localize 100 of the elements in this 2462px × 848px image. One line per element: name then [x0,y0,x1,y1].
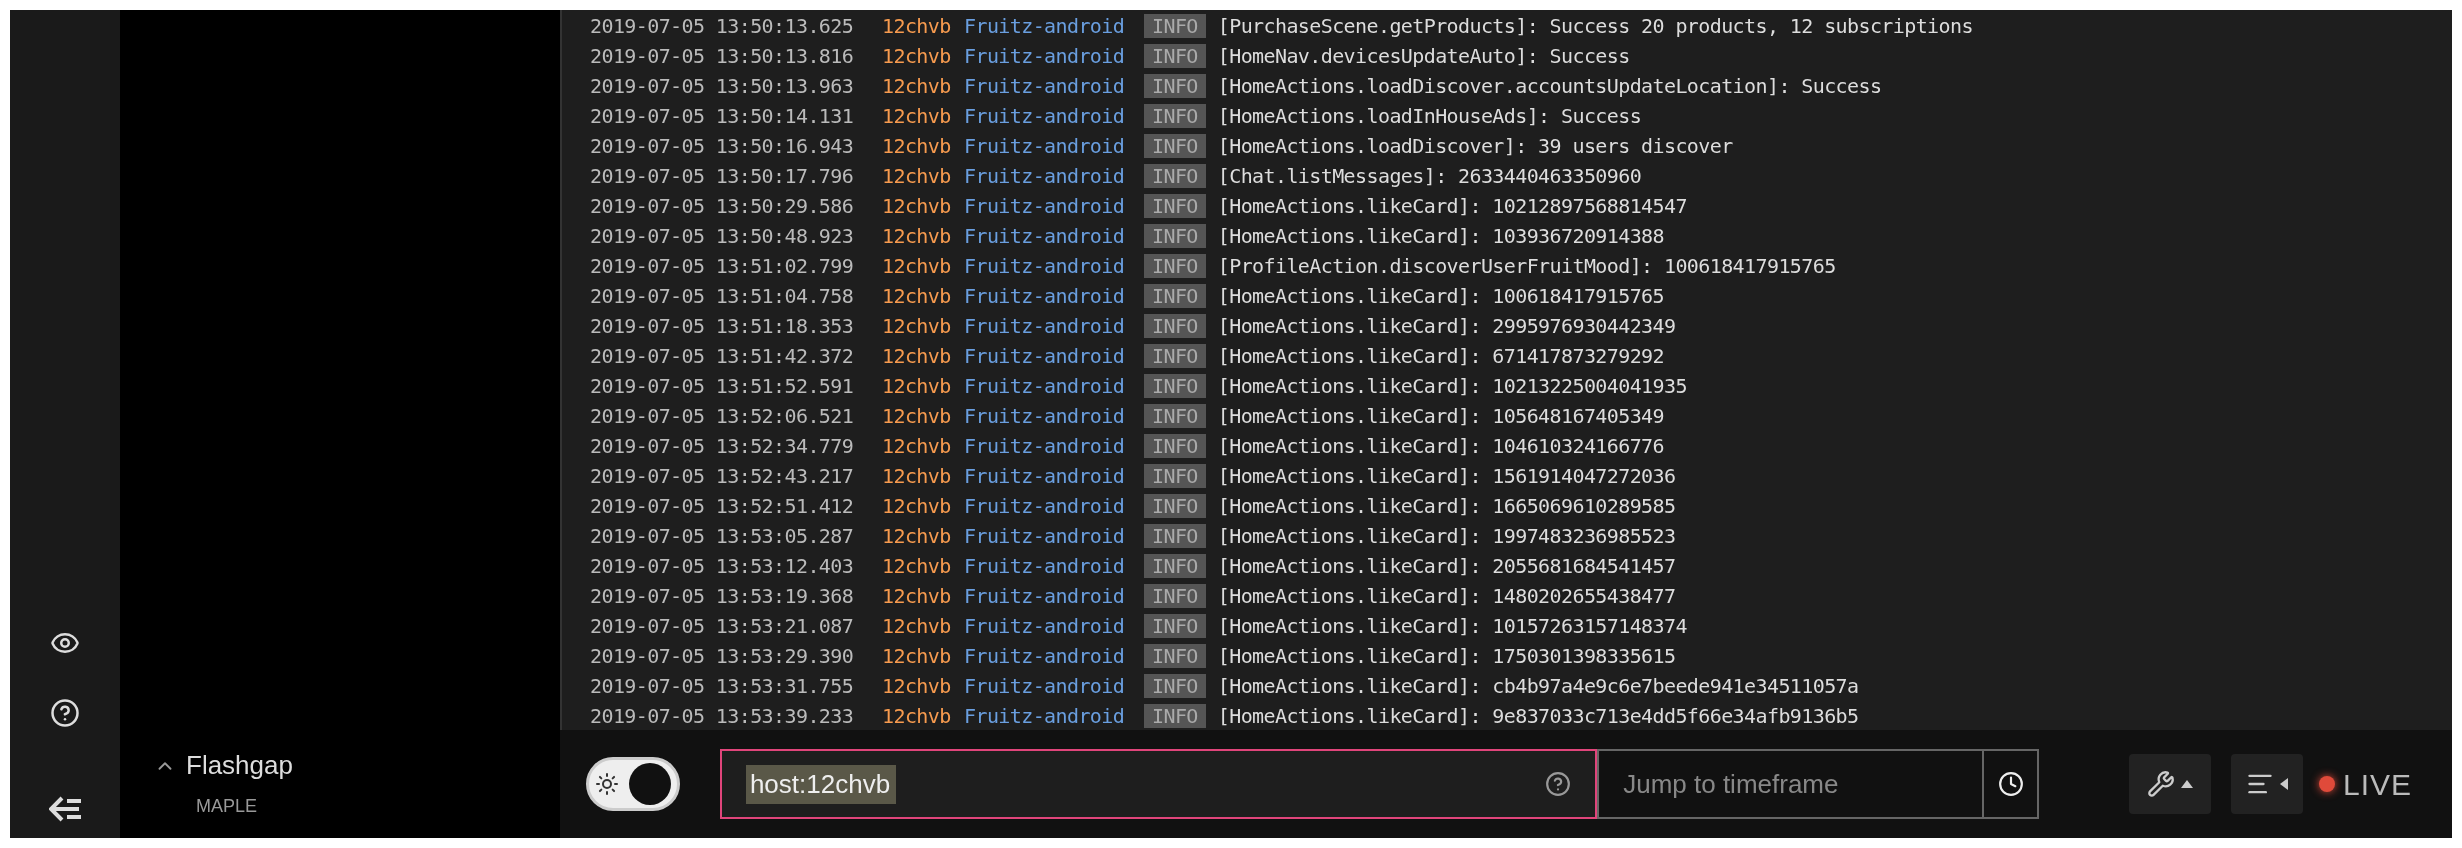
log-app: Fruitz-android [964,613,1126,640]
log-host: 12chvb [882,283,952,310]
log-app: Fruitz-android [964,313,1126,340]
log-message: [HomeActions.loadDiscover]: 39 users discover [1217,133,1733,160]
log-message: [HomeActions.likeCard]: 10212897568814547 [1217,193,1687,220]
log-message: [HomeActions.likeCard]: 9e837033c713e4dd5f66e34afb9136b5 [1217,703,1859,730]
log-host: 12chvb [882,253,952,280]
tools-button[interactable] [2129,754,2211,814]
format-button[interactable] [2230,754,2303,814]
log-host: 12chvb [882,493,952,520]
log-level: INFO [1144,464,1206,488]
log-timestamp: 2019-07-05 13:50:13.963 [590,73,855,100]
log-timestamp: 2019-07-05 13:50:17.796 [590,163,855,190]
log-message: [HomeActions.likeCard]: 1665069610289585 [1217,493,1676,520]
log-host: 12chvb [882,313,952,340]
log-timestamp: 2019-07-05 13:51:42.372 [590,343,855,370]
query-field[interactable]: host:12chvb [719,749,1598,819]
help-icon[interactable] [1545,771,1572,797]
log-message: [HomeActions.likeCard]: 2055681684541457 [1217,553,1676,580]
log-app: Fruitz-android [964,493,1126,520]
log-message: [HomeActions.likeCard]: 105648167405349 [1217,403,1664,430]
app-name[interactable]: Flashgap [186,746,293,785]
log-host: 12chvb [882,523,952,550]
log-host: 12chvb [882,133,952,160]
log-timestamp: 2019-07-05 13:51:02.799 [590,253,855,280]
log-timestamp: 2019-07-05 13:53:29.390 [590,643,855,670]
log-app: Fruitz-android [964,463,1126,490]
log-level: INFO [1144,74,1206,98]
collapse-sidebar-icon[interactable] [49,796,81,822]
log-message: [HomeActions.likeCard]: 671417873279292 [1217,343,1664,370]
log-level: INFO [1144,14,1206,38]
log-host: 12chvb [882,103,952,130]
query-input[interactable]: host:12chvb [745,764,896,804]
log-timestamp: 2019-07-05 13:51:18.353 [590,313,855,340]
log-app: Fruitz-android [964,193,1126,220]
log-timestamp: 2019-07-05 13:53:19.368 [590,583,855,610]
log-level: INFO [1144,344,1206,368]
log-timestamp: 2019-07-05 13:50:16.943 [590,133,855,160]
log-level: INFO [1144,704,1206,728]
timeframe-field[interactable]: Jump to timeframe [1597,749,2040,819]
log-timestamp: 2019-07-05 13:52:06.521 [590,403,855,430]
log-app: Fruitz-android [964,223,1126,250]
log-timestamp: 2019-07-05 13:50:13.816 [590,43,855,70]
log-level: INFO [1144,224,1206,248]
log-message: [HomeActions.likeCard]: 1480202655438477 [1217,583,1676,610]
log-app: Fruitz-android [964,523,1126,550]
log-host: 12chvb [882,703,952,730]
log-app: Fruitz-android [964,133,1126,160]
log-message: [PurchaseScene.getProducts]: Success 20 products, 12 subscriptions [1217,13,1973,40]
log-level: INFO [1144,104,1206,128]
log-level: INFO [1144,674,1206,698]
log-app: Fruitz-android [964,283,1126,310]
log-message: [HomeActions.likeCard]: 1750301398335615 [1217,643,1676,670]
log-app: Fruitz-android [964,103,1126,130]
log-level: INFO [1144,164,1206,188]
log-timestamp: 2019-07-05 13:50:48.923 [590,223,855,250]
log-message: [ProfileAction.discoverUserFruitMood]: 100618417915765 [1217,253,1836,280]
log-level: INFO [1144,434,1206,458]
log-level: INFO [1144,614,1206,638]
log-timestamp: 2019-07-05 13:53:21.087 [590,613,855,640]
log-host: 12chvb [882,373,952,400]
log-host: 12chvb [882,403,952,430]
caret-up-icon [2181,780,2194,788]
log-app: Fruitz-android [964,673,1126,700]
log-timestamp: 2019-07-05 13:52:43.217 [590,463,855,490]
live-button[interactable]: LIVE [2318,761,2412,807]
log-level: INFO [1144,554,1206,578]
log-host: 12chvb [882,193,952,220]
log-app: Fruitz-android [964,253,1126,280]
log-app: Fruitz-android [964,703,1126,730]
log-timestamp: 2019-07-05 13:51:04.758 [590,283,855,310]
log-timestamp: 2019-07-05 13:53:05.287 [590,523,855,550]
log-level: INFO [1144,254,1206,278]
log-app: Fruitz-android [964,583,1126,610]
log-level: INFO [1144,584,1206,608]
log-app: Fruitz-android [964,643,1126,670]
log-message: [HomeActions.loadInHouseAds]: Success [1217,103,1642,130]
log-message: [HomeActions.likeCard]: 100618417915765 [1217,283,1664,310]
sun-icon [595,772,619,796]
log-host: 12chvb [882,43,952,70]
log-app: Fruitz-android [964,553,1126,580]
log-app: Fruitz-android [964,73,1126,100]
log-app: Fruitz-android [964,163,1126,190]
log-host: 12chvb [882,223,952,250]
log-app: Fruitz-android [964,373,1126,400]
log-level: INFO [1144,194,1206,218]
log-timestamp: 2019-07-05 13:50:14.131 [590,103,855,130]
log-message: [HomeActions.likeCard]: 10157263157148374 [1217,613,1687,640]
log-timestamp: 2019-07-05 13:53:12.403 [590,553,855,580]
log-timestamp: 2019-07-05 13:50:13.625 [590,13,855,40]
log-level: INFO [1144,494,1206,518]
timeframe-input[interactable]: Jump to timeframe [1599,751,1983,817]
theme-toggle[interactable] [586,757,680,811]
log-message: [HomeNav.devicesUpdateAuto]: Success [1217,43,1630,70]
caret-left-icon [2279,778,2288,790]
log-level: INFO [1144,524,1206,548]
log-message: [HomeActions.loadDiscover.accountsUpdateLocation]: Success [1217,73,1882,100]
log-app: Fruitz-android [964,403,1126,430]
log-message: [Chat.listMessages]: 2633440463350960 [1217,163,1642,190]
log-app: Fruitz-android [964,433,1126,460]
